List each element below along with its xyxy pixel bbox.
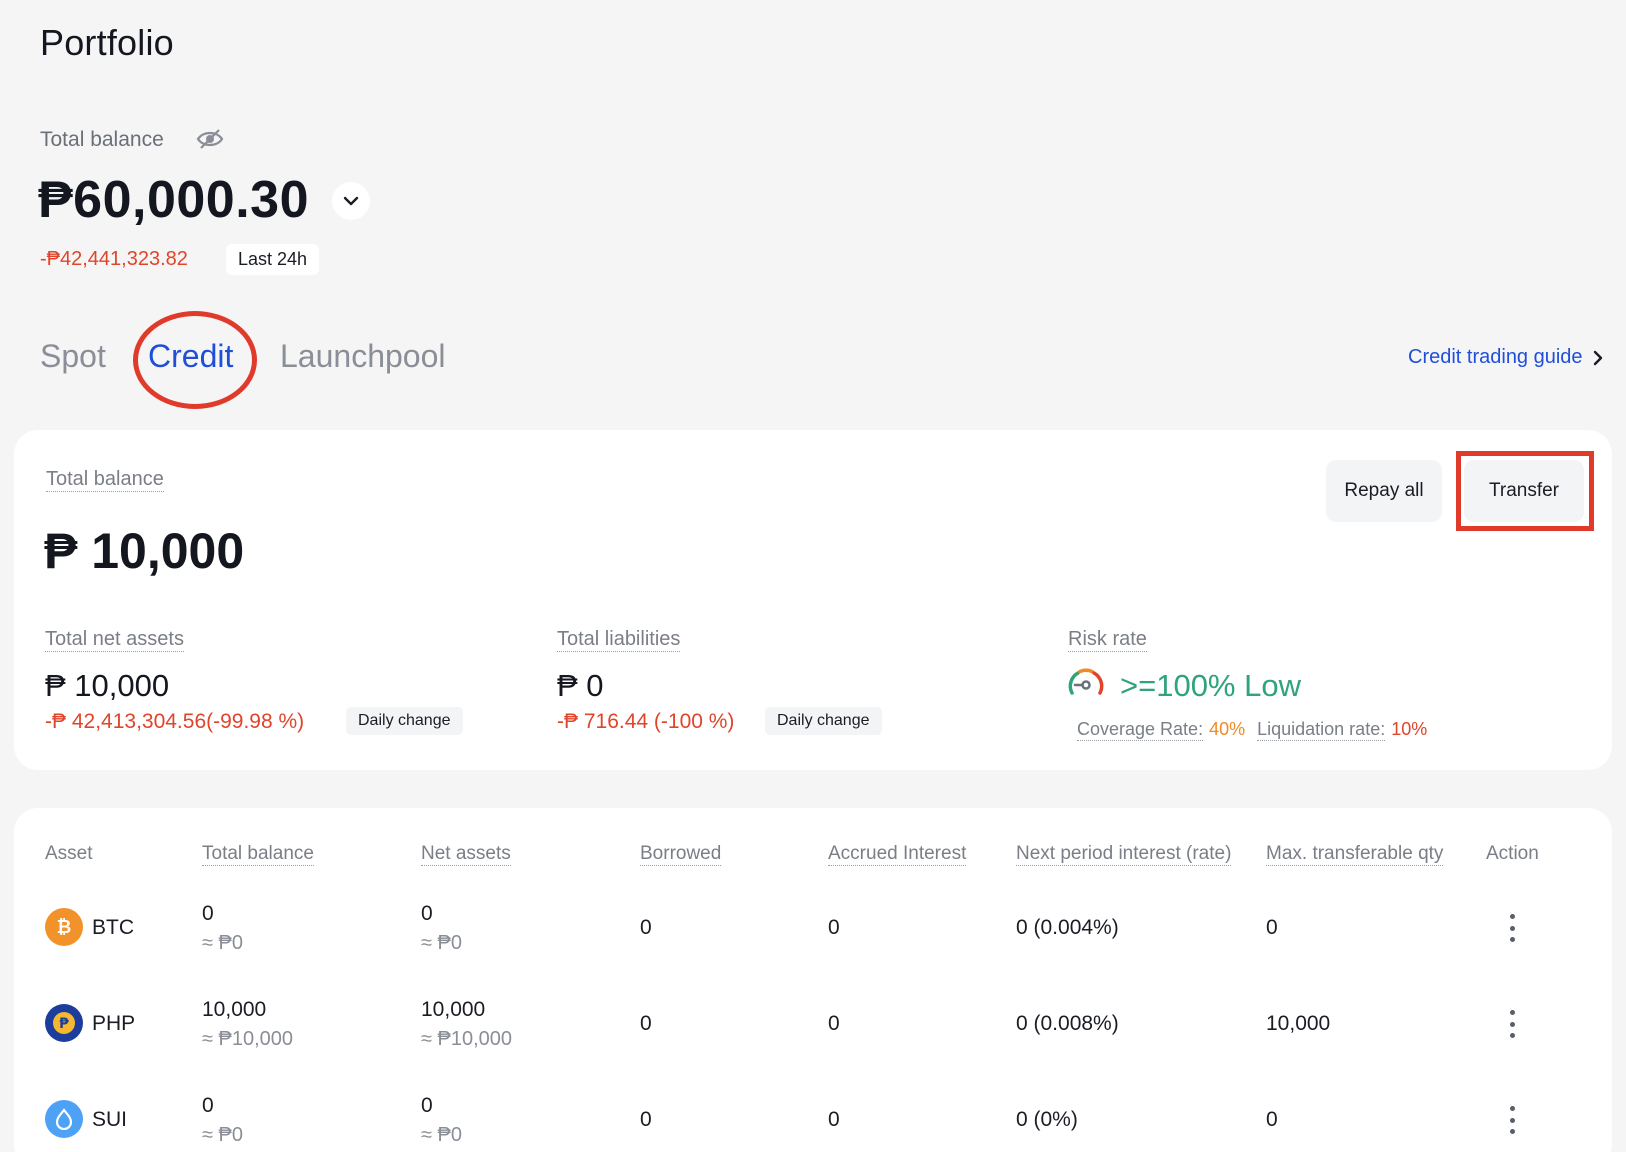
row-actions-more-icon[interactable] [1502, 910, 1522, 946]
total-liabilities-label: Total liabilities [557, 628, 681, 652]
chevron-down-icon [343, 196, 359, 206]
page-title: Portfolio [40, 22, 174, 63]
total-net-assets-label: Total net assets [45, 628, 184, 652]
total-balance-cell: 10,000 [202, 998, 267, 1021]
svg-text:₱: ₱ [59, 1016, 69, 1032]
column-header-asset: Asset [45, 843, 93, 864]
peso-coin-icon: ₱ [45, 1004, 83, 1042]
hide-balance-eye-icon[interactable] [196, 128, 224, 150]
net-assets-daily-change: -₱ 42,413,304.56(-99.98 %) [45, 710, 305, 733]
credit-trading-guide-link[interactable]: Credit trading guide [1408, 346, 1603, 369]
table-row: ₿ BTC 0 ≈ ₱0 0 ≈ ₱0 0 0 0 (0.004%) 0 [0, 880, 1626, 974]
liquidation-rate-value: 10% [1391, 719, 1428, 739]
liquidation-rate-label: Liquidation rate: [1257, 719, 1386, 741]
total-balance-fiat: ≈ ₱10,000 [202, 1028, 294, 1050]
total-balance-value: ₱60,000.30 [38, 171, 310, 229]
next-period-interest-cell: 0 (0%) [1016, 1108, 1078, 1131]
change-period-badge: Last 24h [226, 244, 320, 275]
net-assets-cell: 10,000 [421, 998, 486, 1021]
liabilities-daily-change: -₱ 716.44 (-100 %) [557, 710, 735, 733]
total-balance-label: Total balance [40, 128, 164, 151]
borrowed-cell: 0 [640, 1012, 652, 1035]
bitcoin-icon: ₿ [45, 908, 83, 946]
next-period-interest-cell: 0 (0.008%) [1016, 1012, 1119, 1035]
net-assets-cell: 0 [421, 1094, 433, 1117]
asset-name: PHP [92, 1012, 136, 1035]
net-assets-cell: 0 [421, 902, 433, 925]
balance-change-24h: -₱42,441,323.82 [40, 248, 188, 270]
coverage-rate-value: 40% [1209, 719, 1246, 739]
column-header-total-balance: Total balance [202, 843, 314, 866]
asset-name: BTC [92, 916, 134, 939]
asset-name: SUI [92, 1108, 128, 1131]
column-header-net-assets: Net assets [421, 843, 511, 866]
tab-spot[interactable]: Spot [40, 338, 106, 375]
risk-rate-label: Risk rate [1068, 628, 1147, 652]
total-balance-fiat: ≈ ₱0 [202, 1124, 243, 1146]
max-transferable-cell: 10,000 [1266, 1012, 1331, 1035]
net-assets-fiat: ≈ ₱10,000 [421, 1028, 513, 1050]
transfer-button[interactable]: Transfer [1464, 460, 1584, 522]
chevron-right-icon [1593, 350, 1602, 365]
borrowed-cell: 0 [640, 916, 652, 939]
accrued-interest-cell: 0 [828, 1012, 840, 1035]
total-liabilities-value: ₱ 0 [557, 668, 604, 703]
column-header-action: Action [1486, 843, 1539, 864]
sui-drop-icon [45, 1100, 83, 1138]
column-header-borrowed: Borrowed [640, 843, 722, 866]
svg-text:₿: ₿ [57, 917, 72, 938]
accrued-interest-cell: 0 [828, 1108, 840, 1131]
coverage-rate-label: Coverage Rate: [1077, 719, 1204, 741]
credit-trading-guide-label: Credit trading guide [1408, 346, 1583, 368]
credit-total-balance-value: ₱ 10,000 [44, 523, 245, 579]
row-actions-more-icon[interactable] [1502, 1102, 1522, 1138]
total-net-assets-value: ₱ 10,000 [45, 668, 170, 703]
net-assets-fiat: ≈ ₱0 [421, 932, 462, 954]
accrued-interest-cell: 0 [828, 916, 840, 939]
net-assets-fiat: ≈ ₱0 [421, 1124, 462, 1146]
column-header-accrued-interest: Accrued Interest [828, 843, 967, 866]
risk-rate-value: >=100% Low [1120, 668, 1301, 703]
row-actions-more-icon[interactable] [1502, 1006, 1522, 1042]
total-balance-cell: 0 [202, 1094, 214, 1117]
risk-gauge-icon [1066, 665, 1106, 699]
net-assets-daily-change-badge: Daily change [346, 707, 463, 735]
next-period-interest-cell: 0 (0.004%) [1016, 916, 1119, 939]
table-row: ₱ PHP 10,000 ≈ ₱10,000 10,000 ≈ ₱10,000 … [0, 976, 1626, 1070]
column-header-next-period-interest: Next period interest (rate) [1016, 843, 1232, 866]
tab-launchpool[interactable]: Launchpool [280, 338, 445, 375]
balance-currency-dropdown[interactable] [332, 182, 370, 220]
credit-total-balance-label: Total balance [46, 468, 164, 492]
coverage-liquidation-row: Coverage Rate: 40% Liquidation rate: 10% [1077, 719, 1427, 741]
liabilities-daily-change-badge: Daily change [765, 707, 882, 735]
table-row: SUI 0 ≈ ₱0 0 ≈ ₱0 0 0 0 (0%) 0 [0, 1072, 1626, 1152]
total-balance-fiat: ≈ ₱0 [202, 932, 243, 954]
borrowed-cell: 0 [640, 1108, 652, 1131]
column-header-max-transferable: Max. transferable qty [1266, 843, 1444, 866]
max-transferable-cell: 0 [1266, 1108, 1278, 1131]
max-transferable-cell: 0 [1266, 916, 1278, 939]
repay-all-button[interactable]: Repay all [1326, 460, 1442, 522]
total-balance-cell: 0 [202, 902, 214, 925]
tab-credit[interactable]: Credit [148, 338, 233, 375]
